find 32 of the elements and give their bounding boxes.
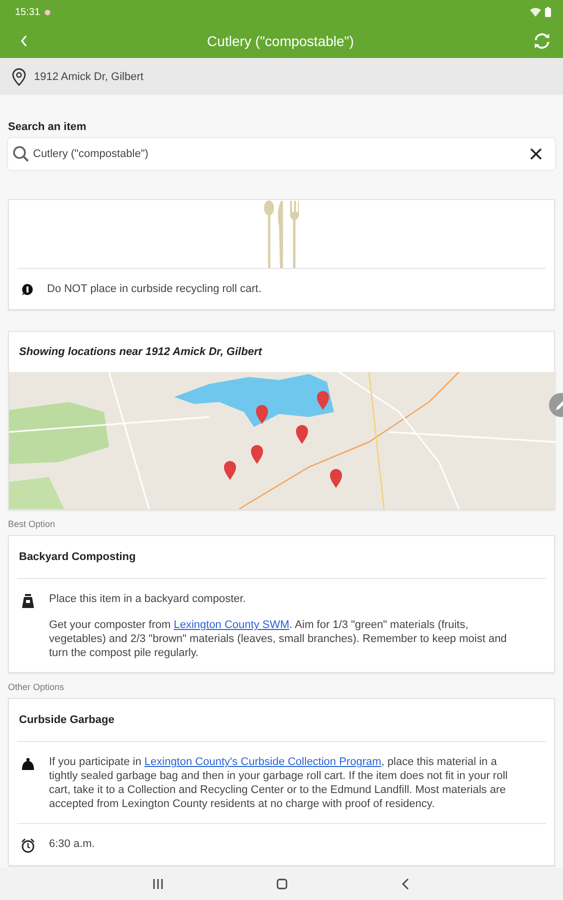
- cutlery-drawing: [262, 200, 302, 268]
- composter-icon: [21, 593, 35, 608]
- warning-bubble-icon: [21, 282, 34, 296]
- option-text: Place this item in a backyard composter.: [49, 592, 247, 606]
- location-pin-icon: [12, 68, 26, 86]
- back-icon: [20, 35, 28, 47]
- home-icon: [276, 878, 288, 890]
- option-text: If you participate in Lexington County's Curbside Collection Program, place this material in a tightly sealed garbage bag and then in your garbage roll cart. If the item does not fit in your roll cart, take it to a Collection and Recycling Center or to the Edmund Landfill. Most materials are accepted from Lexington County residents at no charge with proof of residency.: [49, 755, 509, 811]
- notice-text: Do NOT place in curbside recycling roll cart.: [47, 283, 262, 295]
- link[interactable]: Lexington County SWM: [174, 619, 290, 631]
- notification-icon: [44, 8, 52, 16]
- option-title: Backyard Composting: [18, 550, 137, 565]
- search-label: Search an item: [8, 121, 88, 133]
- garbage-bag-icon: [21, 756, 35, 771]
- battery-icon: [545, 7, 551, 17]
- search-icon: [12, 145, 30, 163]
- recent-apps-icon: [152, 878, 164, 890]
- search-field[interactable]: Cutlery ("compostable"): [8, 138, 555, 170]
- page-title: Cutlery ("compostable"): [206, 33, 355, 49]
- close-icon: [530, 148, 542, 160]
- link[interactable]: Lexington County's Curbside Collection Program: [144, 756, 382, 768]
- map-heading: Showing locations near 1912 Amick Dr, Gilbert: [18, 345, 264, 360]
- option-title: Curbside Garbage: [18, 713, 116, 728]
- section-label: Other Options: [8, 682, 66, 692]
- option-text: 6:30 a.m.: [49, 837, 95, 851]
- option-text: Get your composter from Lexington County SWM. Aim for 1/3 "green" materials (fruits, vegetables) and 2/3 "brown" materials (leaves, small branches). Remember to keep moist and turn the compost pile regularly.: [49, 618, 508, 660]
- back-icon: [400, 878, 412, 890]
- wifi-icon: [530, 7, 541, 17]
- address-text: 1912 Amick Dr, Gilbert: [34, 70, 144, 82]
- status-time: 15:31: [15, 6, 40, 18]
- section-label: Best Option: [8, 519, 56, 529]
- alarm-clock-icon: [21, 838, 35, 853]
